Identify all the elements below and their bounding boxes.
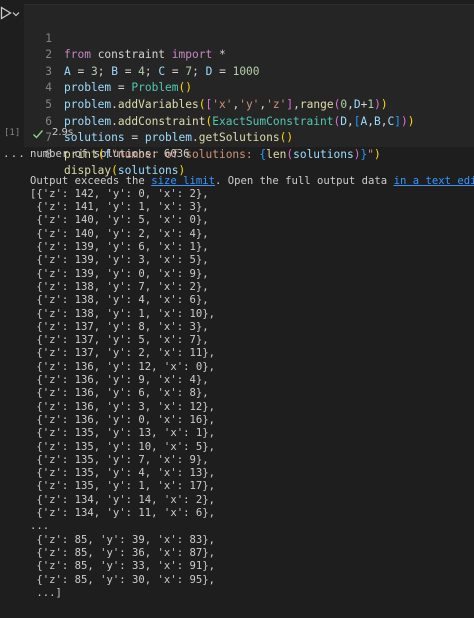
code-line[interactable]: 6 solutions = problem.getSolutions(): [24, 97, 474, 145]
output-row: {'z': 136, 'y': 0, 'x': 16},: [30, 413, 215, 426]
output-row: {'z': 135, 'y': 10, 'x': 5},: [30, 440, 215, 453]
output-row: {'z': 85, 'y': 39, 'x': 83},: [30, 533, 215, 546]
output-row: {'z': 135, 'y': 4, 'x': 13},: [30, 467, 215, 480]
output-row: {'z': 136, 'y': 6, 'x': 8},: [30, 387, 209, 400]
output-row: {'z': 140, 'y': 2, 'x': 4},: [30, 227, 209, 240]
chevron-down-icon[interactable]: [12, 10, 20, 18]
output-row: {'z': 85, 'y': 30, 'x': 95},: [30, 573, 215, 586]
output-row: {'z': 135, 'y': 13, 'x': 1},: [30, 427, 215, 440]
output-row: ...]: [30, 586, 62, 599]
code-line[interactable]: 3 problem = Problem(): [24, 47, 474, 95]
open-in-editor-link[interactable]: in a text editor: [394, 175, 474, 187]
output-row: [{'z': 142, 'y': 0, 'x': 2},: [30, 187, 209, 200]
code-line[interactable]: 5 problem.addConstraint(ExactSumConstrai…: [24, 80, 474, 128]
output-row: {'z': 136, 'y': 9, 'x': 4},: [30, 374, 209, 387]
truncation-text: . Open the full output data: [214, 174, 394, 187]
output-row: {'z': 134, 'y': 11, 'x': 6},: [30, 507, 215, 520]
cell-gutter: [0, 0, 22, 618]
code-line[interactable]: 7 print(f"number of solutions: {len(solu…: [24, 114, 474, 161]
output-row: {'z': 137, 'y': 8, 'x': 3},: [30, 320, 209, 333]
execution-time: 2.9s: [52, 127, 74, 138]
output-row: {'z': 85, 'y': 33, 'x': 91},: [30, 560, 215, 573]
code-line[interactable]: 4 problem.addVariables(['x','y','z'],ran…: [24, 64, 474, 111]
output-row: {'z': 135, 'y': 7, 'x': 9},: [30, 453, 209, 466]
output-row: {'z': 135, 'y': 1, 'x': 17},: [30, 480, 215, 493]
code-editor[interactable]: 1 from constraint import * 2 A = 3; B = …: [24, 14, 474, 178]
output-area: number of solutions: 6036 Output exceeds…: [30, 148, 474, 600]
output-row: {'z': 139, 'y': 6, 'x': 1},: [30, 241, 209, 254]
output-row: {'z': 139, 'y': 0, 'x': 9},: [30, 267, 209, 280]
code-line[interactable]: 8 display(solutions): [24, 130, 474, 178]
output-truncation-notice: Output exceeds the size limit. Open the …: [30, 174, 474, 188]
output-row: {'z': 138, 'y': 4, 'x': 6},: [30, 294, 209, 307]
code-line[interactable]: 1 from constraint import *: [24, 14, 474, 62]
truncation-text: Output exceeds the: [30, 174, 152, 187]
output-row: {'z': 137, 'y': 5, 'x': 7},: [30, 334, 209, 347]
output-row: {'z': 140, 'y': 5, 'x': 0},: [30, 214, 209, 227]
output-row: {'z': 85, 'y': 36, 'x': 87},: [30, 546, 215, 559]
output-row: {'z': 137, 'y': 2, 'x': 11},: [30, 347, 215, 360]
output-row: {'z': 138, 'y': 1, 'x': 10},: [30, 307, 215, 320]
output-row: {'z': 141, 'y': 1, 'x': 3},: [30, 201, 209, 214]
output-row: {'z': 138, 'y': 7, 'x': 2},: [30, 280, 209, 293]
output-row: {'z': 139, 'y': 3, 'x': 5},: [30, 254, 209, 267]
play-icon[interactable]: [0, 6, 12, 20]
output-spacer: [30, 161, 470, 174]
code-line[interactable]: 2 A = 3; B = 4; C = 7; D = 1000: [24, 31, 474, 78]
output-more-actions[interactable]: ···: [3, 150, 26, 163]
output-count-line: number of solutions: 6036: [30, 148, 190, 160]
output-row: {'z': 136, 'y': 12, 'x': 0},: [30, 360, 215, 373]
code-cell[interactable]: 1 from constraint import * 2 A = 3; B = …: [24, 4, 474, 178]
execution-count: [1]: [4, 128, 21, 138]
output-row: {'z': 136, 'y': 3, 'x': 12},: [30, 400, 215, 413]
output-rows: [{'z': 142, 'y': 0, 'x': 2}, {'z': 141, …: [30, 188, 470, 600]
size-limit-link[interactable]: size limit: [151, 175, 215, 187]
output-row: ...: [30, 520, 50, 533]
check-icon: [33, 130, 44, 139]
output-row: {'z': 134, 'y': 14, 'x': 2},: [30, 493, 215, 506]
run-cell-area[interactable]: [0, 6, 22, 24]
